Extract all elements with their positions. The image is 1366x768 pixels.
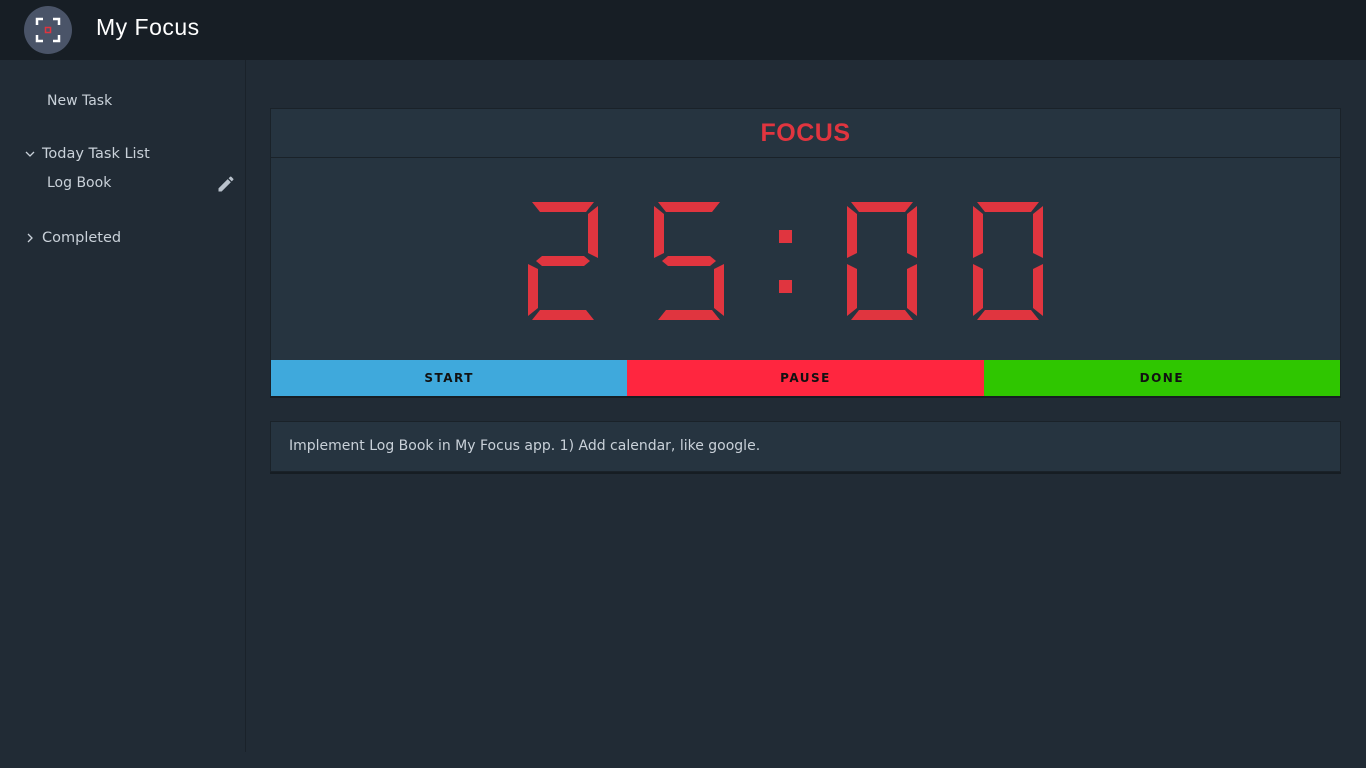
digit-segment <box>662 256 716 266</box>
done-button[interactable]: DONE <box>983 360 1340 396</box>
digit-segment <box>714 264 724 316</box>
focus-frame-icon <box>24 6 72 54</box>
digit-segment <box>847 264 857 316</box>
pause-button[interactable]: PAUSE <box>627 360 984 396</box>
task-note-card: Implement Log Book in My Focus app. 1) A… <box>270 421 1341 472</box>
sidebar: New Task Today Task List Log Book Comple… <box>0 60 246 752</box>
digit-segment <box>532 310 594 320</box>
app-header: My Focus <box>0 0 1366 60</box>
start-button[interactable]: START <box>271 360 628 396</box>
digit-segment <box>658 310 720 320</box>
pencil-icon[interactable] <box>216 174 236 194</box>
digit-segment <box>588 206 598 258</box>
chevron-down-icon <box>25 151 35 157</box>
digit-segment <box>658 202 720 212</box>
digit-segment <box>532 202 594 212</box>
digit-segment <box>977 310 1039 320</box>
timer-digit <box>528 202 598 320</box>
app-title: My Focus <box>96 14 200 40</box>
timer-digit <box>654 202 724 320</box>
digit-segment <box>851 310 913 320</box>
digit-segment <box>654 206 664 258</box>
timer-controls: START PAUSE DONE <box>271 360 1340 396</box>
today-task-list-label: Today Task List <box>42 146 150 162</box>
colon-dot <box>779 280 792 293</box>
digit-segment <box>847 206 857 258</box>
task-note-text: Implement Log Book in My Focus app. 1) A… <box>289 438 761 454</box>
digit-segment <box>977 202 1039 212</box>
timer-display <box>271 158 1340 359</box>
chevron-right-icon <box>27 233 33 243</box>
timer-card-header: FOCUS <box>271 109 1340 158</box>
digit-segment <box>1033 264 1043 316</box>
seven-segment-clock <box>528 202 1043 320</box>
completed-list-label: Completed <box>42 230 122 246</box>
task-item-log-book[interactable]: Log Book <box>47 175 111 191</box>
timer-digit <box>847 202 917 320</box>
digit-segment <box>907 264 917 316</box>
digit-segment <box>851 202 913 212</box>
timer-digit <box>973 202 1043 320</box>
timer-card: FOCUS START PAUSE DONE <box>270 108 1341 396</box>
new-task-button[interactable]: New Task <box>47 93 112 109</box>
completed-list-header[interactable]: Completed <box>24 230 121 246</box>
timer-mode-label: FOCUS <box>760 119 851 147</box>
today-task-list-header[interactable]: Today Task List <box>24 146 150 162</box>
digit-segment <box>973 264 983 316</box>
colon-dot <box>779 230 792 243</box>
digit-segment <box>973 206 983 258</box>
digit-segment <box>1033 206 1043 258</box>
digit-segment <box>907 206 917 258</box>
digit-segment <box>536 256 590 266</box>
digit-segment <box>528 264 538 316</box>
